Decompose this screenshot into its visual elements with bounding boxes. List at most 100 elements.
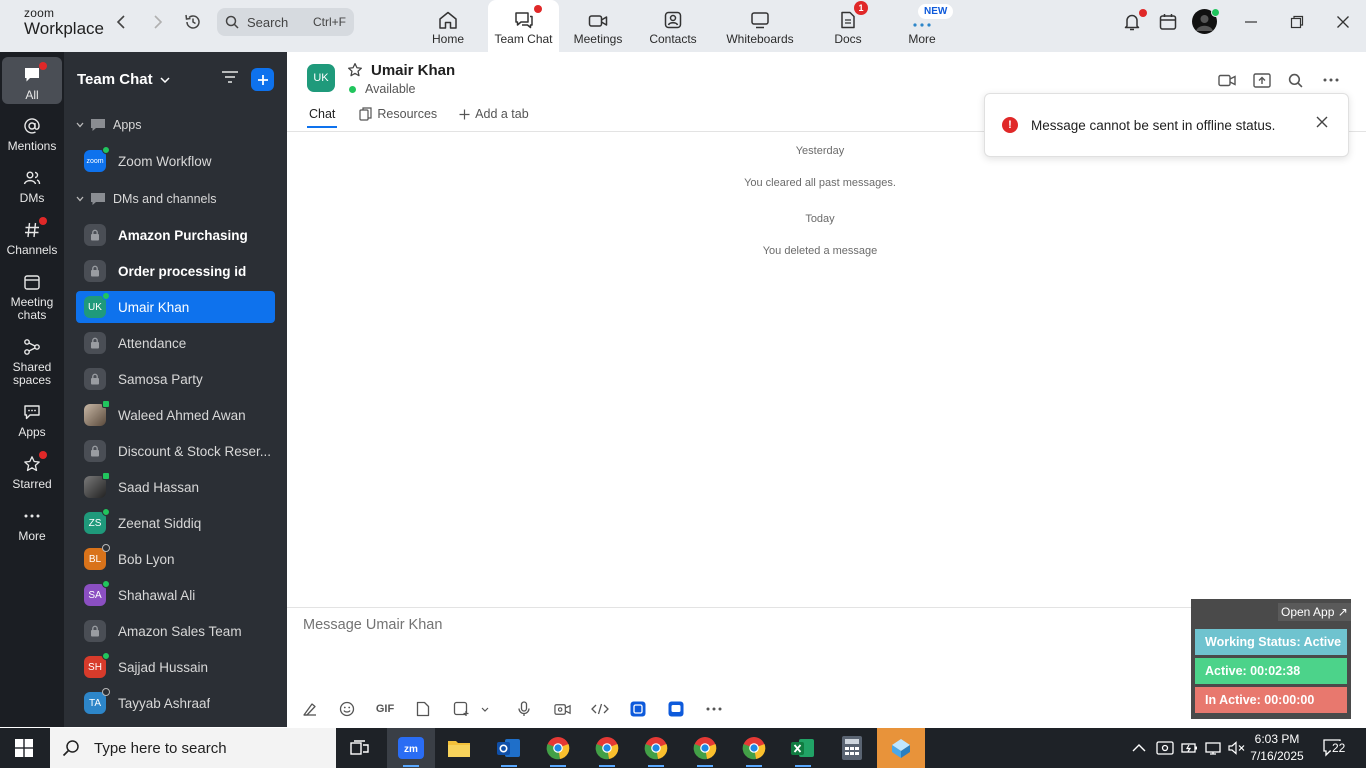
apps-section-header[interactable]: Apps bbox=[76, 118, 142, 132]
new-chat-button[interactable] bbox=[251, 68, 274, 91]
sidebar-item-attendance[interactable]: Attendance bbox=[76, 327, 275, 359]
calculator-icon[interactable] bbox=[828, 728, 876, 768]
close-icon[interactable] bbox=[1316, 116, 1328, 131]
sidebar-item-zoom-workflow[interactable]: zoom Zoom Workflow bbox=[76, 145, 275, 177]
task-view-icon[interactable] bbox=[336, 728, 384, 768]
rail-item-more[interactable]: More bbox=[2, 504, 62, 543]
chrome-icon[interactable] bbox=[534, 728, 582, 768]
avatar: SA bbox=[84, 580, 110, 606]
excel-icon[interactable] bbox=[779, 728, 827, 768]
sidebar-item-samosa-party[interactable]: Samosa Party bbox=[76, 363, 275, 395]
tab-chat[interactable]: Chat bbox=[307, 107, 338, 128]
nav-tab-docs[interactable]: 1 Docs bbox=[826, 0, 870, 52]
sidebar-item-zeenat-siddiq[interactable]: ZS Zeenat Siddiq bbox=[76, 507, 275, 539]
volume-muted-icon[interactable] bbox=[1228, 728, 1246, 768]
avatar[interactable] bbox=[1192, 8, 1220, 34]
zoom-taskbar-icon[interactable]: zm bbox=[387, 728, 435, 768]
contact-name[interactable]: Umair Khan bbox=[371, 62, 455, 79]
chevron-up-icon[interactable] bbox=[1132, 728, 1146, 768]
chrome-icon[interactable] bbox=[632, 728, 680, 768]
chrome-icon[interactable] bbox=[730, 728, 778, 768]
outlook-icon[interactable] bbox=[485, 728, 533, 768]
system-clock[interactable]: 6:03 PM 7/16/2025 bbox=[1247, 731, 1307, 765]
sidebar-item-umair-khan[interactable]: UK Umair Khan bbox=[76, 291, 275, 323]
chevron-down-icon[interactable] bbox=[479, 700, 491, 718]
rail-item-meeting-chats[interactable]: Meeting chats bbox=[2, 270, 62, 322]
sidebar-item-waleed-ahmed-awan[interactable]: Waleed Ahmed Awan bbox=[76, 399, 275, 431]
nav-tab-home[interactable]: Home bbox=[418, 0, 478, 52]
sidebar-item-shahawal-ali[interactable]: SA Shahawal Ali bbox=[76, 579, 275, 611]
nav-tab-meetings[interactable]: Meetings bbox=[566, 0, 630, 52]
close-icon[interactable] bbox=[1331, 10, 1355, 34]
filter-icon[interactable] bbox=[221, 70, 239, 87]
rail-item-channels[interactable]: Channels bbox=[2, 217, 62, 257]
video-call-icon[interactable] bbox=[1216, 71, 1238, 89]
tab-resources[interactable]: Resources bbox=[359, 107, 437, 127]
chrome-icon[interactable] bbox=[583, 728, 631, 768]
share-screen-icon[interactable] bbox=[1251, 71, 1273, 89]
app-blue-icon[interactable] bbox=[629, 700, 647, 718]
sidebar-item-tayyab-ashraaf[interactable]: TA Tayyab Ashraaf bbox=[76, 687, 275, 719]
sidebar-item-amazon-sales-team[interactable]: Amazon Sales Team bbox=[76, 615, 275, 647]
presence-dot bbox=[102, 400, 110, 408]
sidebar-item-amazon-purchasing[interactable]: Amazon Purchasing bbox=[76, 219, 275, 251]
minimize-icon[interactable] bbox=[1239, 10, 1263, 34]
file-explorer-icon[interactable] bbox=[435, 728, 483, 768]
sidebar-item-order-processing[interactable]: Order processing id bbox=[76, 255, 275, 287]
windows-start-icon[interactable] bbox=[0, 728, 48, 768]
message-input[interactable] bbox=[303, 617, 1183, 633]
rail-item-dms[interactable]: DMs bbox=[2, 166, 62, 205]
rail-item-mentions[interactable]: Mentions bbox=[2, 114, 62, 153]
nav-tab-whiteboards[interactable]: Whiteboards bbox=[722, 0, 798, 52]
tracker-app-icon[interactable] bbox=[877, 728, 925, 768]
sidebar-item-sajjad-hussain[interactable]: SH Sajjad Hussain bbox=[76, 651, 275, 683]
restore-icon[interactable] bbox=[1285, 10, 1309, 34]
lock-icon bbox=[84, 332, 106, 354]
app-avatar-text: zoom bbox=[86, 157, 104, 165]
tab-add[interactable]: Add a tab bbox=[459, 107, 529, 127]
bell-icon[interactable] bbox=[1120, 9, 1147, 34]
star-icon[interactable] bbox=[347, 62, 363, 81]
forward-arrow-icon[interactable] bbox=[146, 10, 170, 34]
code-snippet-icon[interactable] bbox=[590, 700, 610, 718]
emoji-icon[interactable] bbox=[337, 700, 357, 718]
history-icon[interactable] bbox=[181, 10, 205, 34]
back-arrow-icon[interactable] bbox=[109, 10, 133, 34]
dms-section-header[interactable]: DMs and channels bbox=[76, 192, 217, 206]
app-chat-icon[interactable] bbox=[667, 700, 685, 718]
contact-initials: UK bbox=[313, 72, 329, 84]
screenshot-icon[interactable] bbox=[451, 700, 471, 718]
sidebar-item-saad-hassan[interactable]: Saad Hassan bbox=[76, 471, 275, 503]
rail-item-shared-spaces[interactable]: Shared spaces bbox=[2, 335, 62, 387]
rail-item-apps[interactable]: Apps bbox=[2, 400, 62, 439]
open-app-button[interactable]: Open App ↗ bbox=[1278, 603, 1351, 621]
more-options-icon[interactable] bbox=[1320, 71, 1342, 89]
sidebar-item-bob-lyon[interactable]: BL Bob Lyon bbox=[76, 543, 275, 575]
system-message: You deleted a message bbox=[762, 245, 878, 257]
more-tools-icon[interactable] bbox=[704, 700, 724, 718]
rail-item-starred[interactable]: Starred bbox=[2, 451, 62, 491]
rail-item-all[interactable]: All bbox=[2, 57, 62, 104]
video-message-icon[interactable] bbox=[552, 700, 572, 718]
taskbar-search[interactable]: Type here to search bbox=[50, 728, 336, 768]
sidebar-title[interactable]: Team Chat bbox=[77, 71, 170, 88]
notification-center-icon[interactable]: 22 bbox=[1323, 728, 1347, 768]
calendar-icon[interactable] bbox=[1156, 10, 1180, 34]
meet-now-icon[interactable] bbox=[1156, 728, 1174, 768]
contact-avatar[interactable]: UK bbox=[307, 64, 335, 92]
battery-icon[interactable] bbox=[1181, 728, 1199, 768]
chrome-icon[interactable] bbox=[681, 728, 729, 768]
search-icon[interactable] bbox=[1284, 71, 1306, 89]
sidebar-item-discount-stock[interactable]: Discount & Stock Reser... bbox=[76, 435, 275, 467]
search-box[interactable]: Search Ctrl+F bbox=[217, 8, 354, 36]
hash-icon bbox=[23, 217, 47, 242]
nav-tab-team-chat[interactable]: Team Chat bbox=[488, 0, 559, 52]
file-icon[interactable] bbox=[414, 700, 432, 718]
nav-tab-contacts[interactable]: Contacts bbox=[643, 0, 703, 52]
network-icon[interactable] bbox=[1205, 728, 1223, 768]
format-icon[interactable] bbox=[300, 700, 320, 718]
rail-label: Channels bbox=[6, 243, 58, 257]
microphone-icon[interactable] bbox=[515, 700, 533, 718]
system-message: You cleared all past messages. bbox=[744, 177, 896, 189]
gif-button[interactable]: GIF bbox=[372, 700, 398, 718]
